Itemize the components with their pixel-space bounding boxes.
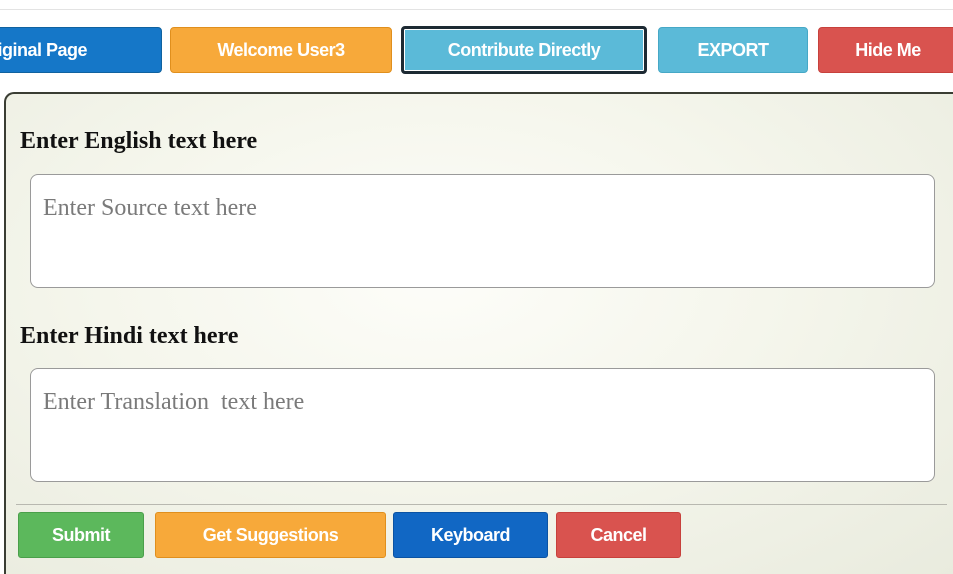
top-toolbar: riginal Page Welcome User3 Contribute Di… xyxy=(0,0,953,95)
submit-label: Submit xyxy=(52,524,111,545)
translation-panel: Enter English text here Enter Hindi text… xyxy=(4,92,953,574)
get-suggestions-label: Get Suggestions xyxy=(202,524,339,545)
welcome-user-label: Welcome User3 xyxy=(217,39,345,60)
export-label: EXPORT xyxy=(697,39,769,60)
hide-me-label: Hide Me xyxy=(855,39,921,60)
welcome-user-button[interactable]: Welcome User3 xyxy=(170,27,392,73)
source-text-input[interactable] xyxy=(30,174,935,288)
actions-divider xyxy=(16,504,947,505)
submit-button[interactable]: Submit xyxy=(18,512,144,558)
keyboard-button[interactable]: Keyboard xyxy=(393,512,548,558)
hindi-text-label: Enter Hindi text here xyxy=(20,323,239,349)
export-button[interactable]: EXPORT xyxy=(658,27,808,73)
cancel-label: Cancel xyxy=(590,524,647,545)
original-page-button[interactable]: riginal Page xyxy=(0,27,162,73)
cancel-button[interactable]: Cancel xyxy=(556,512,681,558)
contribute-directly-label: Contribute Directly xyxy=(447,39,601,60)
get-suggestions-button[interactable]: Get Suggestions xyxy=(155,512,386,558)
contribute-directly-button[interactable]: Contribute Directly xyxy=(401,26,647,74)
original-page-label: riginal Page xyxy=(0,39,88,60)
translation-text-input[interactable] xyxy=(30,368,935,482)
english-text-label: Enter English text here xyxy=(20,128,258,154)
keyboard-label: Keyboard xyxy=(430,524,511,545)
hide-me-button[interactable]: Hide Me xyxy=(818,27,953,73)
